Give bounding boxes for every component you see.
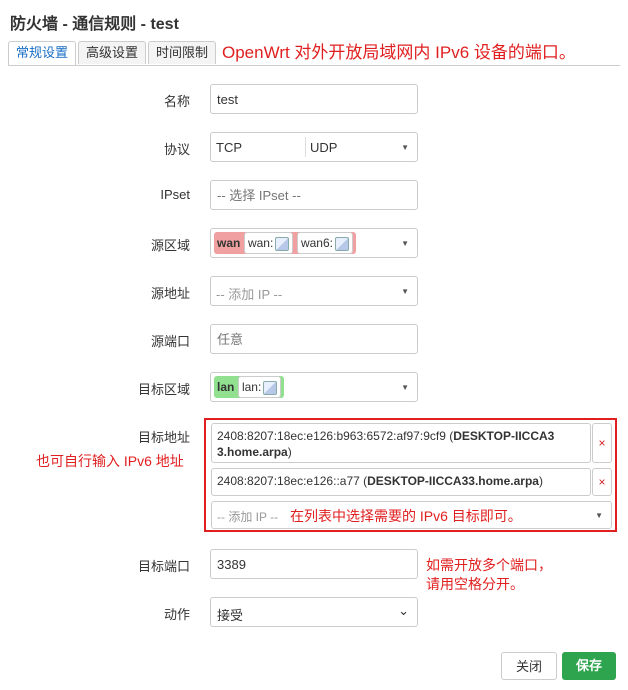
dest-ip-entry-host: DESKTOP-IICCA3 bbox=[453, 429, 555, 443]
chevron-down-icon: ▼ bbox=[401, 383, 409, 392]
src-ip-placeholder: -- 添加 IP -- bbox=[216, 287, 283, 302]
dest-port-input[interactable] bbox=[211, 550, 417, 578]
save-button[interactable]: 保存 bbox=[562, 652, 616, 680]
src-port-input[interactable] bbox=[211, 325, 417, 353]
remove-entry-button[interactable]: × bbox=[592, 423, 612, 463]
chevron-down-icon: ▼ bbox=[401, 239, 409, 248]
dest-ip-entry-close-paren: ) bbox=[287, 445, 292, 459]
src-network-wan6: wan6: bbox=[296, 232, 353, 254]
annotation-select-hint: 在列表中选择需要的 IPv6 目标即可。 bbox=[290, 508, 522, 524]
dest-zone-label: 目标区域 bbox=[137, 382, 190, 397]
protocol-select[interactable]: TCP UDP ▼ bbox=[210, 132, 418, 162]
src-port-field[interactable] bbox=[210, 324, 418, 354]
action-select[interactable]: 接受 ⌄ bbox=[210, 597, 418, 627]
dest-zone-select[interactable]: lan lan: ▼ bbox=[210, 372, 418, 402]
src-ip-label: 源地址 bbox=[150, 286, 190, 301]
dest-network-lan-label: lan: bbox=[241, 380, 262, 394]
dest-ip-entry-close-paren: ) bbox=[538, 474, 543, 488]
tab-advanced[interactable]: 高级设置 bbox=[78, 41, 146, 64]
dest-ip-entry-address: 2408:8207:18ec:e126::a77 ( bbox=[217, 474, 368, 488]
src-zone-label: 源区域 bbox=[150, 238, 190, 253]
tab-general[interactable]: 常规设置 bbox=[8, 41, 76, 65]
dest-zone-name: lan bbox=[217, 380, 235, 394]
page-title: 防火墙 - 通信规则 - test bbox=[10, 16, 179, 33]
dest-port-field[interactable] bbox=[210, 549, 418, 579]
name-field[interactable] bbox=[210, 84, 418, 114]
dest-zone-badge: lan lan: bbox=[214, 376, 285, 398]
src-network-wan-label: wan: bbox=[247, 236, 274, 250]
protocol-tcp: TCP bbox=[216, 140, 242, 155]
action-label: 动作 bbox=[163, 607, 190, 622]
dest-port-label: 目标端口 bbox=[137, 559, 190, 574]
ipset-field[interactable] bbox=[210, 180, 418, 210]
network-icon bbox=[263, 380, 278, 395]
src-port-label: 源端口 bbox=[150, 334, 190, 349]
chevron-down-icon: ▼ bbox=[401, 287, 409, 296]
src-zone-badge: wan wan: wan6: bbox=[214, 232, 356, 254]
dest-ip-entry[interactable]: 2408:8207:18ec:e126::a77 (DESKTOP-IICCA3… bbox=[211, 468, 591, 496]
annotation-port-hint-2: 请用空格分开。 bbox=[426, 576, 524, 592]
src-network-wan: wan: bbox=[243, 232, 294, 254]
dest-ip-entry-address: 2408:8207:18ec:e126:b963:6572:af97:9cf9 … bbox=[217, 429, 454, 443]
tab-time-restriction[interactable]: 时间限制 bbox=[148, 41, 216, 64]
ipset-label: IPset bbox=[160, 187, 190, 202]
chevron-down-icon: ▼ bbox=[595, 511, 603, 520]
dest-ip-placeholder: -- 添加 IP -- bbox=[217, 510, 279, 524]
protocol-udp: UDP bbox=[310, 140, 338, 155]
src-zone-select[interactable]: wan wan: wan6: ▼ bbox=[210, 228, 418, 258]
src-zone-name: wan bbox=[217, 236, 241, 250]
dest-network-lan: lan: bbox=[237, 376, 282, 398]
ipset-input[interactable] bbox=[211, 181, 417, 209]
dest-ip-list: 2408:8207:18ec:e126:b963:6572:af97:9cf9 … bbox=[204, 418, 617, 532]
dest-ip-entry-host: DESKTOP-IICCA33.home.arpa bbox=[367, 474, 539, 488]
dest-ip-add-select[interactable]: -- 添加 IP -- 在列表中选择需要的 IPv6 目标即可。 ▼ bbox=[211, 501, 612, 529]
name-input[interactable] bbox=[211, 85, 417, 113]
annotation-top: OpenWrt 对外开放局域网内 IPv6 设备的端口。 bbox=[222, 43, 576, 62]
protocol-divider bbox=[305, 137, 306, 157]
dest-ip-label: 目标地址 bbox=[137, 430, 190, 445]
close-button[interactable]: 关闭 bbox=[501, 652, 557, 680]
annotation-left: 也可自行输入 IPv6 地址 bbox=[36, 453, 184, 469]
remove-entry-button[interactable]: × bbox=[592, 468, 612, 496]
action-value: 接受 bbox=[217, 608, 244, 623]
protocol-label: 协议 bbox=[163, 142, 190, 157]
src-network-wan6-label: wan6: bbox=[300, 236, 333, 250]
annotation-port-hint-1: 如需开放多个端口， bbox=[426, 557, 552, 573]
network-icon bbox=[275, 236, 290, 251]
name-label: 名称 bbox=[163, 94, 190, 109]
chevron-down-icon: ⌄ bbox=[398, 603, 409, 618]
dest-ip-entry-host-cont: 3.home.arpa bbox=[217, 445, 288, 459]
network-icon bbox=[334, 236, 349, 251]
chevron-down-icon: ▼ bbox=[401, 143, 409, 152]
dest-ip-entry[interactable]: 2408:8207:18ec:e126:b963:6572:af97:9cf9 … bbox=[211, 423, 591, 463]
src-ip-select[interactable]: -- 添加 IP -- ▼ bbox=[210, 276, 418, 306]
